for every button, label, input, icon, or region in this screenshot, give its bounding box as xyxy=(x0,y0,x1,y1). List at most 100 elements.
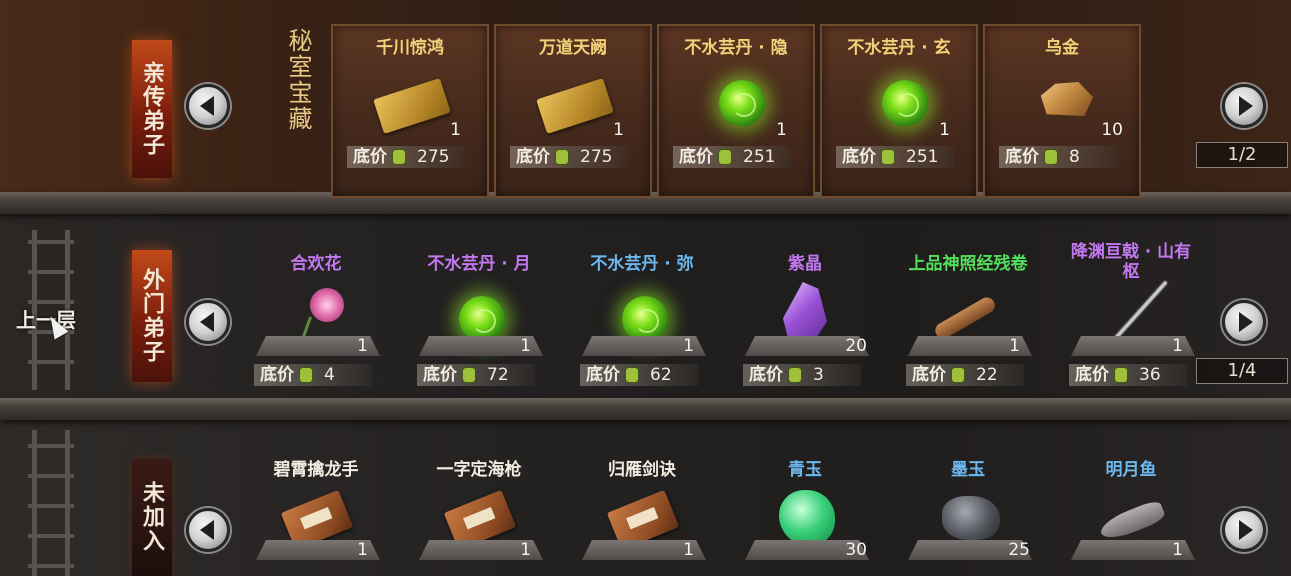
item-slot[interactable]: 不水芸丹 · 弥 1 底价 62 xyxy=(562,250,722,390)
item-name: 紫晶 xyxy=(788,254,822,274)
item-quantity: 1 xyxy=(357,336,368,356)
item-card[interactable]: 不水芸丹 · 隐 1 底价 251 xyxy=(657,24,815,198)
item-slot[interactable]: 紫晶 20 底价 3 xyxy=(725,250,885,390)
price-label: 底价 xyxy=(423,365,457,385)
black-jade-icon xyxy=(942,496,1000,540)
arrow-right-icon xyxy=(1238,520,1253,540)
item-slot[interactable]: 一字定海枪 1 xyxy=(399,456,559,576)
tab-label: 外门弟子 xyxy=(139,268,165,364)
price-label: 底价 xyxy=(586,365,620,385)
price-value: 251 xyxy=(906,147,939,167)
price-bar: 底价 3 xyxy=(743,364,861,386)
shelf-plank xyxy=(0,398,1291,420)
top-page-indicator: 1/2 xyxy=(1196,142,1288,168)
item-quantity: 30 xyxy=(845,540,867,560)
bot-next-button[interactable] xyxy=(1222,508,1266,552)
price-label: 底价 xyxy=(260,365,294,385)
price-bar: 底价 72 xyxy=(417,364,535,386)
item-slot[interactable]: 墨玉 25 xyxy=(888,456,1048,576)
price-label: 底价 xyxy=(353,147,387,167)
tab-label: 亲传弟子 xyxy=(139,61,165,157)
bot-prev-button[interactable] xyxy=(186,508,230,552)
item-slot[interactable]: 上品神照经残卷 1 底价 22 xyxy=(888,250,1048,390)
price-value: 3 xyxy=(813,365,824,385)
item-name: 不水芸丹 · 月 xyxy=(427,254,531,274)
item-quantity: 1 xyxy=(683,336,694,356)
item-name: 墨玉 xyxy=(951,460,985,480)
mid-prev-button[interactable] xyxy=(186,300,230,344)
fish-icon xyxy=(1097,498,1167,544)
item-name: 碧霄擒龙手 xyxy=(273,460,359,480)
item-name: 乌金 xyxy=(1045,38,1079,58)
item-slot[interactable]: 明月鱼 1 xyxy=(1051,456,1211,576)
mid-next-button[interactable] xyxy=(1222,300,1266,344)
price-value: 72 xyxy=(487,365,509,385)
item-name: 一字定海枪 xyxy=(436,460,522,480)
price-bar: 底价 251 xyxy=(836,146,954,168)
price-value: 8 xyxy=(1069,147,1080,167)
jade-coin-icon xyxy=(463,368,475,382)
jade-coin-icon xyxy=(393,150,405,164)
price-bar: 底价 4 xyxy=(254,364,372,386)
top-next-button[interactable] xyxy=(1222,84,1266,128)
item-slot[interactable]: 归雁剑诀 1 xyxy=(562,456,722,576)
price-bar: 底价 22 xyxy=(906,364,1024,386)
jade-coin-icon xyxy=(300,368,312,382)
tab-label: 未加入 xyxy=(139,481,165,553)
item-slot[interactable]: 不水芸丹 · 月 1 底价 72 xyxy=(399,250,559,390)
jade-coin-icon xyxy=(1115,368,1127,382)
jade-coin-icon xyxy=(1045,150,1057,164)
jade-coin-icon xyxy=(952,368,964,382)
jade-coin-icon xyxy=(882,150,894,164)
jade-coin-icon xyxy=(556,150,568,164)
item-name: 万道天阙 xyxy=(539,38,607,58)
item-slot[interactable]: 降渊亘戟 · 山有枢 1 底价 36 xyxy=(1051,240,1211,390)
item-slot[interactable]: 青玉 30 xyxy=(725,456,885,576)
price-bar: 底价 8 xyxy=(999,146,1117,168)
price-value: 62 xyxy=(650,365,672,385)
price-value: 275 xyxy=(417,147,450,167)
price-bar: 底价 275 xyxy=(510,146,628,168)
green-jade-icon xyxy=(779,490,835,546)
item-quantity: 1 xyxy=(357,540,368,560)
price-value: 275 xyxy=(580,147,613,167)
item-card[interactable]: 千川惊鸿 1 底价 275 xyxy=(331,24,489,198)
arrow-right-icon xyxy=(1238,96,1253,116)
item-card[interactable]: 万道天阙 1 底价 275 xyxy=(494,24,652,198)
item-quantity: 1 xyxy=(1172,336,1183,356)
item-quantity: 1 xyxy=(613,120,624,140)
item-name: 归雁剑诀 xyxy=(608,460,676,480)
item-quantity: 1 xyxy=(776,120,787,140)
tab-outer-disciples[interactable]: 外门弟子 xyxy=(132,250,172,382)
ore-icon xyxy=(1040,82,1093,116)
item-card[interactable]: 乌金 10 底价 8 xyxy=(983,24,1141,198)
flower-icon xyxy=(310,288,344,322)
item-slot[interactable]: 合欢花 1 底价 4 xyxy=(236,250,396,390)
price-bar: 底价 251 xyxy=(673,146,791,168)
arrow-left-icon xyxy=(199,312,214,332)
item-name: 明月鱼 xyxy=(1105,460,1157,480)
item-name: 合欢花 xyxy=(290,254,342,274)
item-quantity: 10 xyxy=(1101,120,1123,140)
tab-not-joined[interactable]: 未加入 xyxy=(132,458,172,576)
price-value: 36 xyxy=(1139,365,1161,385)
item-quantity: 25 xyxy=(1008,540,1030,560)
item-name: 千川惊鸿 xyxy=(376,38,444,58)
jade-coin-icon xyxy=(626,368,638,382)
item-name: 降渊亘戟 · 山有枢 xyxy=(1070,242,1192,282)
section-title: 秘室宝藏 xyxy=(284,28,312,132)
shop-scene: 上一层 亲传弟子 秘室宝藏 1/2 千川惊鸿 1 底价 275 万道天阙 1 底价… xyxy=(0,0,1291,576)
price-label: 底价 xyxy=(842,147,876,167)
top-prev-button[interactable] xyxy=(186,84,230,128)
item-name: 不水芸丹 · 弥 xyxy=(590,254,694,274)
item-quantity: 1 xyxy=(939,120,950,140)
item-card[interactable]: 不水芸丹 · 玄 1 底价 251 xyxy=(820,24,978,198)
price-bar: 底价 36 xyxy=(1069,364,1187,386)
item-name: 上品神照经残卷 xyxy=(908,254,1028,274)
price-value: 22 xyxy=(976,365,998,385)
tab-inner-disciples[interactable]: 亲传弟子 xyxy=(132,40,172,178)
arrow-right-icon xyxy=(1238,312,1253,332)
item-slot[interactable]: 碧霄擒龙手 1 xyxy=(236,456,396,576)
price-value: 4 xyxy=(324,365,335,385)
price-value: 251 xyxy=(743,147,776,167)
